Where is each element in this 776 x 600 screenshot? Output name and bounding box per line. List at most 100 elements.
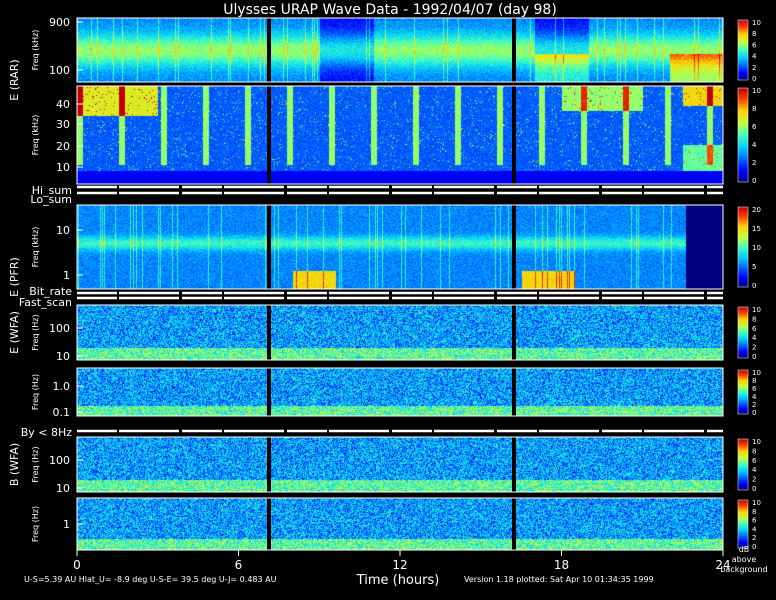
data-gap	[512, 305, 516, 360]
data-gap	[267, 437, 271, 492]
colorbar-tick-label: 10	[752, 306, 761, 314]
colorbar-rar-low: 10 8 6 4 2 0	[737, 87, 761, 185]
colorbar-gradient	[737, 306, 749, 359]
status-strip: Lo_sum	[30, 191, 723, 206]
y-axis-label: E (PFR)	[8, 257, 21, 297]
colorbar-tick-label: 0	[752, 543, 756, 551]
colorbar-rar: 10 8 6 4 2 0	[737, 19, 761, 83]
data-gap	[512, 437, 516, 492]
colorbar-tick-label: 6	[752, 41, 757, 49]
colorbar-tick-label: 6	[752, 517, 757, 525]
status-strip-label: Lo_sum	[30, 193, 72, 206]
colorbar-tick-label: 2	[752, 534, 756, 542]
panel-rar-low: 40302010Freq (kHz)1086420	[31, 85, 761, 185]
y-unit-label: Freq (Hz)	[31, 446, 40, 482]
spectrogram-wfa-e-low	[77, 368, 723, 416]
colorbar-tick-label: 4	[752, 53, 757, 61]
colorbar-tick-label: 2	[752, 344, 756, 352]
colorbar-tick-label: 8	[752, 447, 756, 455]
y-tick-label: 10	[56, 350, 70, 363]
status-strip: Hi_sum	[32, 184, 723, 197]
data-gap	[267, 18, 271, 82]
colorbar-wfa-e-low: 1086420	[737, 369, 761, 417]
y-unit-label: Freq (Hz)	[31, 374, 40, 410]
colorbar-pfr: 20 15 10 5 0	[737, 206, 761, 290]
y-unit-label: Freq (kHz)	[31, 227, 40, 268]
colorbar-tick-label: 0	[752, 409, 756, 417]
panel-wfa-e-high: 10010Freq (Hz)E (WFA)1086420	[8, 304, 761, 363]
colorbar-tick-label: 8	[752, 30, 756, 38]
colorbar-tick-label: 10	[752, 87, 761, 95]
panel-wfa-b-low: 1 Freq (Hz) 1086420	[31, 497, 761, 551]
x-tick-label: 12	[392, 558, 407, 572]
x-axis-label: Time (hours)	[356, 573, 440, 588]
y-tick-label: 10	[56, 482, 70, 495]
colorbar-tick-label: 10	[752, 244, 761, 252]
colorbar-tick-label: 10	[752, 438, 761, 446]
status-strip-label: Fast_scan	[19, 296, 72, 309]
colorbar-tick-label: 4	[752, 466, 757, 474]
y-tick-label: 900	[49, 16, 70, 29]
colorbar-gradient	[737, 438, 749, 491]
colorbar-tick-label: 10	[752, 19, 761, 27]
y-tick-label: 1	[63, 518, 70, 531]
spectrogram-rar	[77, 18, 723, 82]
colorbar-gradient	[737, 499, 749, 549]
colorbar-tick-label: 8	[752, 508, 756, 516]
colorbar-tick-label: 15	[752, 225, 761, 233]
spectrogram-figure: Ulysses URAP Wave Data - 1992/04/07 (day…	[8, 2, 768, 588]
data-gap	[512, 86, 516, 184]
colorbar-tick-label: 2	[752, 64, 756, 72]
colorbar-tick-label: 4	[752, 393, 757, 401]
colorbar-tick-label: 4	[752, 141, 757, 149]
colorbar-tick-label: 4	[752, 334, 757, 342]
panel-wfa-b-high: 10010Freq (Hz)B (WFA)1086420	[8, 436, 761, 495]
spectrogram-wfa-b-low	[77, 498, 723, 550]
colorbar-tick-label: 0	[752, 177, 756, 185]
chart-title: Ulysses URAP Wave Data - 1992/04/07 (day…	[223, 2, 557, 18]
panel-pfr: 10 1 Freq (kHz) E (PFR) 20 15 10 5 0	[8, 204, 761, 297]
x-tick-label: 0	[73, 558, 81, 572]
colorbar-tick-label: 0	[752, 353, 756, 361]
y-tick-label: 0.1	[53, 406, 71, 419]
y-unit-label: Freq (Hz)	[31, 506, 40, 542]
y-axis-label: E (WFA)	[8, 311, 21, 354]
y-tick-label: 10	[56, 224, 70, 237]
colorbar-tick-label: 4	[752, 525, 757, 533]
colorbar-tick-label: 2	[752, 159, 756, 167]
data-gap	[267, 305, 271, 360]
y-unit-label: Freq (kHz)	[31, 30, 40, 71]
spectrogram-pfr	[77, 205, 723, 289]
colorbar-gradient	[737, 19, 749, 81]
colorbar-wfa-e-high: 108 64 20	[737, 306, 761, 361]
colorbar-caption-db: dB	[739, 545, 750, 554]
colorbar-tick-label: 2	[752, 401, 756, 409]
colorbar-gradient	[737, 206, 749, 288]
colorbar-tick-label: 10	[752, 499, 761, 507]
colorbar-tick-label: 8	[752, 377, 756, 385]
colorbar-gradient	[737, 369, 749, 415]
footer-orbit-info: U-S=5.39 AU Hlat_U= -8.9 deg U-S-E= 39.5…	[24, 575, 277, 584]
panel-wfa-e-low: 1.0 0.1 Freq (Hz) 1086420	[31, 367, 761, 419]
colorbar-tick-label: 0	[752, 485, 756, 493]
colorbar-tick-label: 0	[752, 282, 756, 290]
data-gap	[267, 368, 271, 416]
colorbar-tick-label: 2	[752, 476, 756, 484]
y-tick-label: 1	[63, 269, 70, 282]
y-tick-label: 40	[56, 98, 70, 111]
colorbar-tick-label: 6	[752, 457, 757, 465]
x-tick-label: 6	[235, 558, 243, 572]
colorbar-wfa-b-low: 1086420	[737, 499, 761, 551]
spectrogram-rar-low	[77, 86, 723, 184]
y-tick-label: 100	[49, 64, 70, 77]
data-gap	[512, 205, 516, 289]
status-strip-label: By < 8Hz	[21, 426, 73, 439]
y-tick-label: 100	[49, 454, 70, 467]
spectrogram-wfa-b-high	[77, 437, 723, 492]
spectrogram-wfa-e-high	[77, 305, 723, 360]
colorbar-gradient	[737, 87, 749, 183]
data-gap	[267, 205, 271, 289]
colorbar-tick-label: 20	[752, 206, 761, 214]
colorbar-tick-label: 6	[752, 325, 757, 333]
data-gap	[267, 498, 271, 550]
